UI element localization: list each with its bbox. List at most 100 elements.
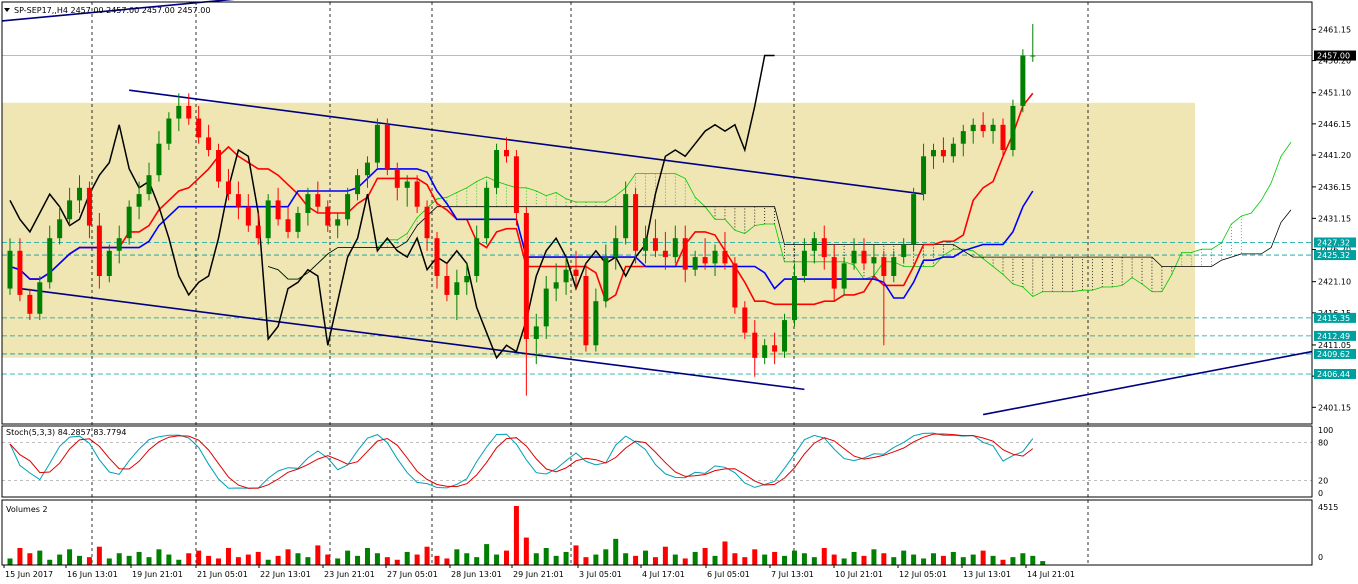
candle-body <box>861 250 867 264</box>
candle-body <box>106 250 112 276</box>
time-tick-label: 13 Jul 13:01 <box>963 570 1011 579</box>
candle-body <box>831 257 837 289</box>
candle-body <box>464 275 470 283</box>
volume-bar <box>1030 555 1036 565</box>
time-tick-label: 10 Jul 21:01 <box>835 570 883 579</box>
candle-body <box>484 187 490 239</box>
time-tick-label: 15 Jun 2017 <box>5 570 53 579</box>
volume-bar <box>583 557 589 565</box>
time-tick-label: 29 Jun 21:01 <box>513 570 564 579</box>
volume-bar <box>623 553 629 565</box>
time-tick-label: 22 Jun 13:01 <box>260 570 311 579</box>
volume-bar <box>513 506 519 565</box>
volume-bar <box>67 549 73 565</box>
volume-bar <box>762 554 768 565</box>
volume-tick-label: 4515 <box>1318 503 1338 512</box>
volume-bar <box>245 554 251 565</box>
candle-body <box>37 282 43 314</box>
chart-canvas[interactable]: 2461.152456.202451.102446.152441.202436.… <box>0 0 1358 584</box>
candle-body <box>96 225 102 276</box>
candle-body <box>732 263 738 308</box>
candle-body <box>404 181 410 188</box>
volume-bar <box>325 554 331 565</box>
volume-bar <box>265 559 271 565</box>
candle-body <box>603 257 609 302</box>
candle-body <box>573 269 579 276</box>
volume-bar <box>196 550 202 565</box>
volume-bar <box>960 557 966 565</box>
candle-body <box>216 150 222 182</box>
candle-body <box>454 282 460 295</box>
volume-bar <box>752 549 758 565</box>
time-tick-label: 4 Jul 17:01 <box>642 570 685 579</box>
volume-bar <box>821 548 827 565</box>
candle-body <box>136 194 142 207</box>
volume-bar <box>394 559 400 565</box>
candle-body <box>345 194 351 220</box>
supply-demand-zone <box>2 102 1195 358</box>
stoch-tick-label: 20 <box>1318 476 1328 485</box>
candle-body <box>384 124 390 169</box>
candle-body <box>513 156 519 213</box>
candle-body <box>7 250 13 289</box>
volume-bar <box>156 549 162 565</box>
volume-bar <box>474 557 480 565</box>
candle-body <box>146 175 152 195</box>
candle-body <box>77 187 83 201</box>
candle-body <box>206 137 212 151</box>
candle-body <box>265 200 271 239</box>
candle-body <box>285 219 291 232</box>
volume-bar <box>384 557 390 565</box>
volume-bar <box>682 558 688 565</box>
volumes-label: Volumes 2 <box>6 505 48 514</box>
candle-body <box>315 194 321 207</box>
volume-bar <box>136 551 142 565</box>
candle-body <box>772 345 778 352</box>
volume-bar <box>573 545 579 565</box>
volume-bar <box>940 555 946 565</box>
volume-bar <box>355 555 361 565</box>
time-tick-label: 6 Jul 05:01 <box>707 570 750 579</box>
candle-body <box>940 150 946 157</box>
volume-bar <box>692 551 698 565</box>
volume-bar <box>47 559 53 565</box>
volume-bar <box>235 557 241 565</box>
volume-bar <box>116 553 122 565</box>
volume-bar <box>305 557 311 565</box>
volume-bar <box>1000 559 1006 565</box>
symbol-header: SP-SEP17,,H4 2457.00 2457.00 2457.00 245… <box>14 6 210 15</box>
volume-bar <box>772 551 778 565</box>
volume-bar <box>484 544 490 565</box>
volume-bar <box>970 554 976 565</box>
candle-body <box>911 194 917 245</box>
volume-bar <box>464 553 470 565</box>
stochastic-label: Stoch(5,3,3) 84.2857 83.7794 <box>6 428 126 437</box>
candle-body <box>325 206 331 226</box>
volume-bar <box>921 558 927 565</box>
candle-body <box>553 282 559 289</box>
candle-body <box>1020 55 1026 106</box>
price-tick-label: 2436.15 <box>1318 183 1351 192</box>
time-tick-label: 19 Jun 21:01 <box>132 570 183 579</box>
candle-body <box>871 257 877 264</box>
candle-body <box>633 194 639 251</box>
price-tick-label: 2461.15 <box>1318 25 1351 34</box>
candle-body <box>424 206 430 239</box>
volume-bar <box>206 555 212 565</box>
candle-body <box>752 332 758 358</box>
candle-body <box>86 187 92 226</box>
price-tick-label: 2446.15 <box>1318 120 1351 129</box>
candle-body <box>156 143 162 176</box>
candle-body <box>960 131 966 144</box>
candle-body <box>444 275 450 295</box>
candle-body <box>295 213 301 232</box>
candle-body <box>970 124 976 132</box>
volume-bar <box>57 554 63 565</box>
candle-body <box>950 143 956 157</box>
level-label: 2415.35 <box>1317 314 1350 323</box>
volume-bar <box>811 557 817 565</box>
candle-body <box>563 269 569 283</box>
candle-body <box>523 213 529 339</box>
volume-bar <box>404 551 410 565</box>
volume-bar <box>841 558 847 565</box>
